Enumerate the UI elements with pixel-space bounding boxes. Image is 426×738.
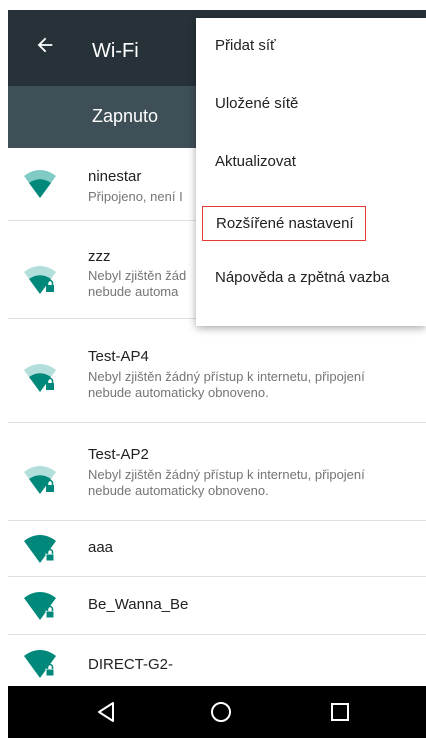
network-row-aaa[interactable]: aaa xyxy=(8,520,426,577)
wifi-lock-icon xyxy=(24,592,56,620)
menu-item-advanced-settings[interactable]: Rozšířené nastavení xyxy=(196,196,426,246)
menu-item-saved-networks[interactable]: Uložené sítě xyxy=(196,80,426,130)
network-ssid: zzz xyxy=(88,248,111,265)
switch-label: Zapnuto xyxy=(92,106,159,126)
menu-item-label: Přidat síť xyxy=(215,37,276,54)
network-row-test-ap4[interactable]: Test-AP4 Nebyl zjištěn žádný přístup k i… xyxy=(8,318,426,423)
network-ssid: aaa xyxy=(88,539,114,556)
network-status: Nebyl zjištěn žádný přístup k internetu,… xyxy=(88,467,365,498)
menu-item-label: Uložené sítě xyxy=(215,95,299,112)
wifi-lock-icon xyxy=(24,535,56,563)
menu-item-label: Aktualizovat xyxy=(215,153,296,170)
wifi-lock-icon xyxy=(24,266,56,294)
wifi-signal-icon xyxy=(24,170,56,198)
recents-square-icon[interactable] xyxy=(328,700,352,724)
system-nav-bar xyxy=(8,686,426,738)
network-row-test-ap2[interactable]: Test-AP2 Nebyl zjištěn žádný přístup k i… xyxy=(8,422,426,521)
network-status: Nebyl zjištěn žádný přístup k internetu,… xyxy=(88,369,365,400)
home-circle-icon[interactable] xyxy=(209,700,233,724)
menu-item-add-network[interactable]: Přidat síť xyxy=(196,22,426,72)
network-row-direct-g2[interactable]: DIRECT-G2- xyxy=(8,634,426,686)
screen: Wi-Fi Zapnuto ninestar Připojeno, není I… xyxy=(0,0,426,738)
page-title: Wi-Fi xyxy=(92,40,139,62)
network-ssid: Test-AP2 xyxy=(88,446,149,463)
wifi-lock-icon xyxy=(24,466,56,494)
overflow-menu: Přidat síť Uložené sítě Aktualizovat Roz… xyxy=(196,18,426,326)
network-ssid: Test-AP4 xyxy=(88,348,149,365)
menu-item-label: Rozšířené nastavení xyxy=(202,206,366,241)
network-ssid: Be_Wanna_Be xyxy=(88,596,189,613)
menu-item-help-feedback[interactable]: Nápověda a zpětná vazba xyxy=(196,254,426,304)
wifi-lock-icon xyxy=(24,364,56,392)
network-ssid: DIRECT-G2- xyxy=(88,656,174,673)
wifi-lock-icon xyxy=(24,650,56,678)
back-triangle-icon[interactable] xyxy=(94,700,118,724)
menu-item-label: Nápověda a zpětná vazba xyxy=(215,269,390,286)
network-row-be-wanna-be[interactable]: Be_Wanna_Be xyxy=(8,576,426,635)
arrow-back-icon[interactable] xyxy=(34,34,56,56)
network-ssid: ninestar xyxy=(88,168,142,185)
menu-item-refresh[interactable]: Aktualizovat xyxy=(196,138,426,188)
